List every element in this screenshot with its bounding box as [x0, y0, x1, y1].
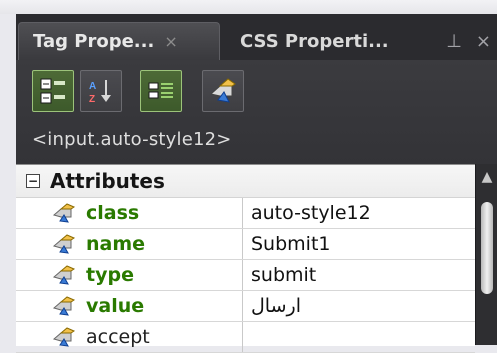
attribute-icon: [52, 327, 76, 347]
vertical-scrollbar[interactable]: ▲: [475, 164, 497, 345]
attributes-section-header[interactable]: − Attributes: [16, 165, 475, 198]
attribute-icon: [52, 265, 76, 285]
tab-css-properties[interactable]: CSS Properti...: [226, 22, 406, 60]
panel-window-controls: ⊥ ×: [446, 28, 491, 54]
attribute-value[interactable]: [243, 322, 475, 352]
categorized-view-button[interactable]: [32, 70, 74, 112]
tab-label: Tag Prope...: [33, 31, 155, 52]
scroll-up-arrow-icon[interactable]: ▲: [478, 169, 496, 185]
pin-icon[interactable]: ⊥: [446, 31, 462, 52]
sort-az-icon: A Z: [89, 80, 111, 105]
attribute-row-accept[interactable]: accept: [16, 322, 475, 353]
attribute-row-value[interactable]: value ارسال: [16, 291, 475, 322]
show-events-icon: [209, 78, 236, 103]
attribute-name: class: [86, 202, 140, 224]
categorized-view-icon: [40, 78, 65, 104]
properties-grid: − Attributes class auto-style12 name Sub…: [16, 164, 475, 353]
attribute-name-cell: accept: [16, 322, 243, 352]
attribute-value[interactable]: Submit1: [243, 229, 475, 259]
set-properties-button[interactable]: [140, 70, 182, 112]
scroll-thumb[interactable]: [481, 202, 493, 294]
tab-tag-properties[interactable]: Tag Prope... ×: [18, 22, 220, 60]
attribute-value[interactable]: ارسال: [243, 291, 475, 321]
attribute-row-class[interactable]: class auto-style12: [16, 198, 475, 229]
attribute-icon: [52, 203, 76, 223]
attribute-name: type: [86, 264, 134, 286]
attribute-row-type[interactable]: type submit: [16, 260, 475, 291]
svg-text:A: A: [89, 81, 96, 92]
attribute-name: value: [86, 295, 145, 317]
sort-alphabetical-button[interactable]: A Z: [80, 70, 122, 112]
show-events-button[interactable]: [202, 70, 244, 112]
close-panel-icon[interactable]: ×: [476, 31, 491, 52]
panel-tab-strip: Tag Prope... × CSS Properti... ⊥ ×: [16, 14, 497, 60]
close-icon[interactable]: ×: [164, 32, 177, 51]
background-strip: [0, 0, 497, 14]
attribute-icon: [52, 234, 76, 254]
attribute-name: name: [86, 233, 146, 255]
tab-label: CSS Properti...: [240, 30, 389, 52]
svg-text:Z: Z: [89, 94, 95, 105]
attribute-row-name[interactable]: name Submit1: [16, 229, 475, 260]
attribute-name-cell: class: [16, 198, 243, 228]
attribute-name-cell: type: [16, 260, 243, 290]
tag-properties-panel: Tag Prope... × CSS Properti... ⊥ × A Z <…: [16, 14, 497, 353]
attribute-name-cell: name: [16, 229, 243, 259]
attribute-icon: [52, 296, 76, 316]
collapse-icon[interactable]: −: [26, 174, 40, 188]
attribute-value[interactable]: auto-style12: [243, 198, 475, 228]
properties-toolbar: A Z <input.auto-style12>: [16, 60, 497, 164]
attribute-value[interactable]: submit: [243, 260, 475, 290]
attribute-name-cell: value: [16, 291, 243, 321]
selected-tag-path: <input.auto-style12>: [32, 128, 232, 150]
section-title: Attributes: [50, 169, 165, 193]
set-properties-icon: [148, 82, 173, 99]
